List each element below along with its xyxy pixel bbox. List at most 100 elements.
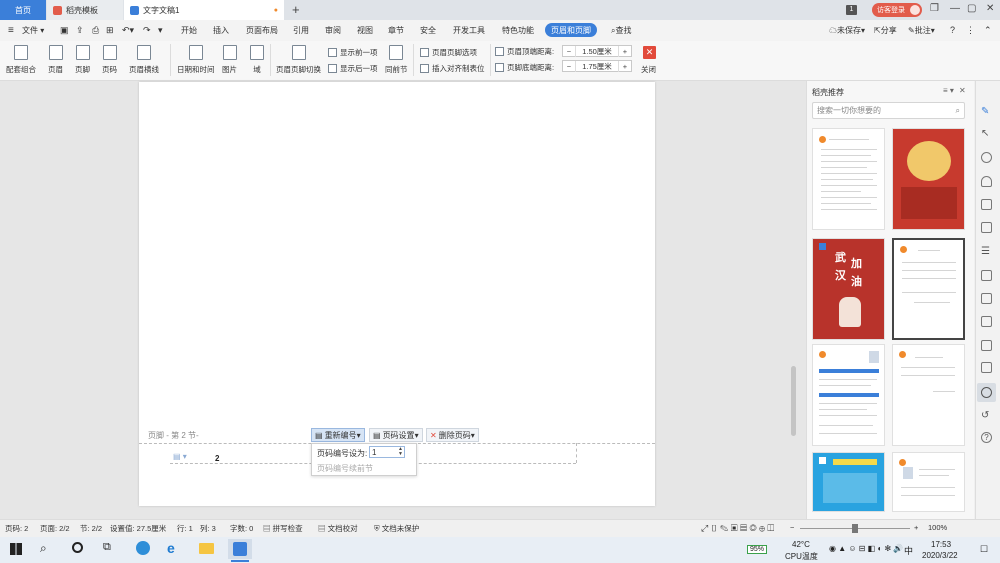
minus-icon[interactable]: − bbox=[563, 62, 575, 71]
export-icon[interactable]: ⇪ bbox=[76, 25, 84, 36]
template-thumb[interactable]: 武 加 汉 油 bbox=[812, 238, 885, 340]
chart-icon[interactable] bbox=[981, 222, 992, 233]
clock-date[interactable]: 2020/3/22 bbox=[922, 551, 958, 560]
menu-chapter[interactable]: 章节 bbox=[388, 25, 404, 36]
date-time-button[interactable]: 日期和时间 bbox=[177, 45, 215, 75]
pen-icon[interactable]: ✎ bbox=[981, 106, 992, 117]
delete-pagenum-button[interactable]: ✕ 删除页码 ▾ bbox=[426, 428, 479, 442]
undo-icon[interactable]: ↶▾ bbox=[122, 25, 134, 36]
status-words[interactable]: 字数: 0 bbox=[230, 523, 253, 534]
menu-view[interactable]: 视图 bbox=[357, 25, 373, 36]
footer-button[interactable]: 页脚 bbox=[75, 45, 90, 75]
template-thumb[interactable] bbox=[892, 128, 965, 230]
minus-icon[interactable]: − bbox=[563, 47, 575, 56]
clock-time[interactable]: 17:53 bbox=[931, 540, 951, 549]
notification-icon[interactable]: ☐ bbox=[980, 544, 988, 555]
sliders-icon[interactable]: ☰ bbox=[981, 246, 992, 257]
search-menu[interactable]: ⌕查找 bbox=[611, 25, 631, 36]
menu-header-footer[interactable]: 页眉和页脚 bbox=[545, 23, 597, 37]
text-box-icon[interactable] bbox=[981, 316, 992, 327]
zoom-out-icon[interactable]: − bbox=[790, 523, 794, 532]
wps-icon[interactable] bbox=[233, 542, 247, 556]
renumber-button[interactable]: ▤ 重新编号 ▾ bbox=[311, 428, 365, 442]
recommend-icon[interactable] bbox=[981, 387, 992, 398]
header-top-value[interactable]: 1.50厘米 bbox=[575, 45, 619, 57]
print-icon[interactable]: ⎙ bbox=[92, 25, 99, 36]
new-tab-icon[interactable]: + bbox=[292, 2, 300, 17]
header-line-button[interactable]: 页眉横线 bbox=[129, 45, 159, 75]
hamburger-icon[interactable]: ≡ bbox=[8, 25, 14, 36]
save-icon[interactable]: ▣ bbox=[60, 25, 69, 36]
footer-bottom-value[interactable]: 1.75厘米 bbox=[575, 60, 619, 72]
shapes-icon[interactable] bbox=[981, 152, 992, 163]
same-as-prev-button[interactable]: 同前节 bbox=[385, 45, 408, 75]
footer-bottom-stepper[interactable]: −1.75厘米 + bbox=[562, 60, 632, 72]
menu-start[interactable]: 开始 bbox=[181, 25, 197, 36]
battery-indicator[interactable]: 95% bbox=[747, 545, 768, 554]
task-view-icon[interactable]: ⧉ bbox=[103, 541, 111, 554]
comment-button[interactable]: ✎批注▾ bbox=[908, 25, 935, 36]
fill-icon[interactable] bbox=[981, 176, 992, 187]
zoom-level[interactable]: 100% bbox=[928, 523, 947, 532]
close-hf-icon[interactable]: ✕ bbox=[643, 46, 656, 59]
menu-developer[interactable]: 开发工具 bbox=[453, 25, 485, 36]
cursor-icon[interactable]: ↖ bbox=[981, 128, 992, 139]
panel-close-icon[interactable]: ✕ bbox=[959, 86, 966, 95]
cortana-icon[interactable] bbox=[72, 542, 83, 553]
restore-window-icon[interactable]: ❐ bbox=[930, 3, 939, 14]
template-thumb[interactable] bbox=[812, 128, 885, 230]
layout-icon[interactable] bbox=[981, 199, 992, 210]
help-icon[interactable]: ? bbox=[950, 25, 955, 35]
preview-icon[interactable]: ⊞ bbox=[106, 25, 114, 36]
tab-home[interactable]: 首页 bbox=[0, 0, 46, 20]
zoom-handle[interactable] bbox=[852, 524, 858, 533]
explorer-icon[interactable] bbox=[199, 543, 214, 554]
file-menu[interactable]: 文件 ▾ bbox=[22, 25, 44, 36]
panel-search-input[interactable]: 搜索一切你想要的 ⌕ bbox=[812, 102, 965, 119]
combo-button[interactable]: 配套组合 bbox=[6, 45, 36, 75]
redo-icon[interactable]: ↷ bbox=[143, 25, 151, 36]
header-top-stepper[interactable]: −1.50厘米 + bbox=[562, 45, 632, 57]
menu-security[interactable]: 安全 bbox=[420, 25, 436, 36]
protect-button[interactable]: ⛨ 文档未保护 bbox=[374, 523, 419, 534]
search-icon[interactable]: ⌕ bbox=[40, 541, 47, 556]
menu-references[interactable]: 引用 bbox=[293, 25, 309, 36]
tab-document[interactable]: 文字文稿1 ● bbox=[124, 0, 284, 20]
template-thumb[interactable] bbox=[812, 344, 885, 446]
spinner-icon[interactable]: ▲ ▼ bbox=[398, 447, 403, 457]
more-chevron-icon[interactable]: ▾ bbox=[158, 25, 163, 36]
menu-review[interactable]: 审阅 bbox=[325, 25, 341, 36]
unsaved-status[interactable]: ☁未保存▾ bbox=[829, 25, 865, 36]
plus-icon[interactable]: + bbox=[619, 47, 631, 56]
windows-start-icon[interactable] bbox=[10, 543, 22, 555]
tray-icons[interactable]: ◉ ▲ ☺ ⊟ ◧ ◐ ✻ 🔊 bbox=[829, 544, 903, 553]
close-hf-button[interactable]: 关闭 bbox=[641, 64, 656, 75]
template-thumb[interactable] bbox=[892, 238, 965, 340]
spell-check-button[interactable]: ▤ 拼写检查 bbox=[263, 523, 303, 534]
menu-page-layout[interactable]: 页面布局 bbox=[246, 25, 278, 36]
insert-align-tab-button[interactable]: 插入对齐制表位 bbox=[420, 63, 485, 74]
page-number-field-icon[interactable]: ▤ ▾ bbox=[173, 452, 187, 461]
header-button[interactable]: 页眉 bbox=[48, 45, 63, 75]
picture-button[interactable]: 图片 bbox=[222, 45, 237, 75]
image-icon[interactable] bbox=[981, 362, 992, 373]
page-number-text[interactable]: 2 bbox=[215, 454, 219, 463]
collapse-ribbon-icon[interactable]: ⌃ bbox=[984, 25, 992, 36]
scrollbar[interactable] bbox=[791, 366, 796, 436]
maximize-icon[interactable]: ▢ bbox=[967, 3, 976, 14]
hf-switch-button[interactable]: 页眉页脚切换 bbox=[276, 45, 321, 75]
help-icon[interactable]: ? bbox=[981, 432, 992, 443]
grid-icon[interactable] bbox=[981, 270, 992, 281]
apps-icon[interactable] bbox=[981, 293, 992, 304]
hf-options-button[interactable]: 页眉页脚选项 bbox=[420, 47, 477, 58]
pagenum-continue-option[interactable]: 页码编号续前节 bbox=[317, 463, 373, 474]
field-button[interactable]: 域 bbox=[250, 45, 264, 75]
tab-daoke-templates[interactable]: 稻壳模板 bbox=[47, 0, 123, 20]
edge-icon[interactable]: e bbox=[167, 540, 175, 556]
ime-indicator[interactable]: 中 bbox=[904, 544, 913, 557]
zoom-in-icon[interactable]: + bbox=[914, 523, 918, 532]
show-next-button[interactable]: 显示后一项 bbox=[328, 63, 378, 74]
template-thumb[interactable] bbox=[812, 452, 885, 512]
plus-icon[interactable]: + bbox=[619, 62, 631, 71]
more-options-icon[interactable]: ⋮ bbox=[966, 25, 975, 36]
